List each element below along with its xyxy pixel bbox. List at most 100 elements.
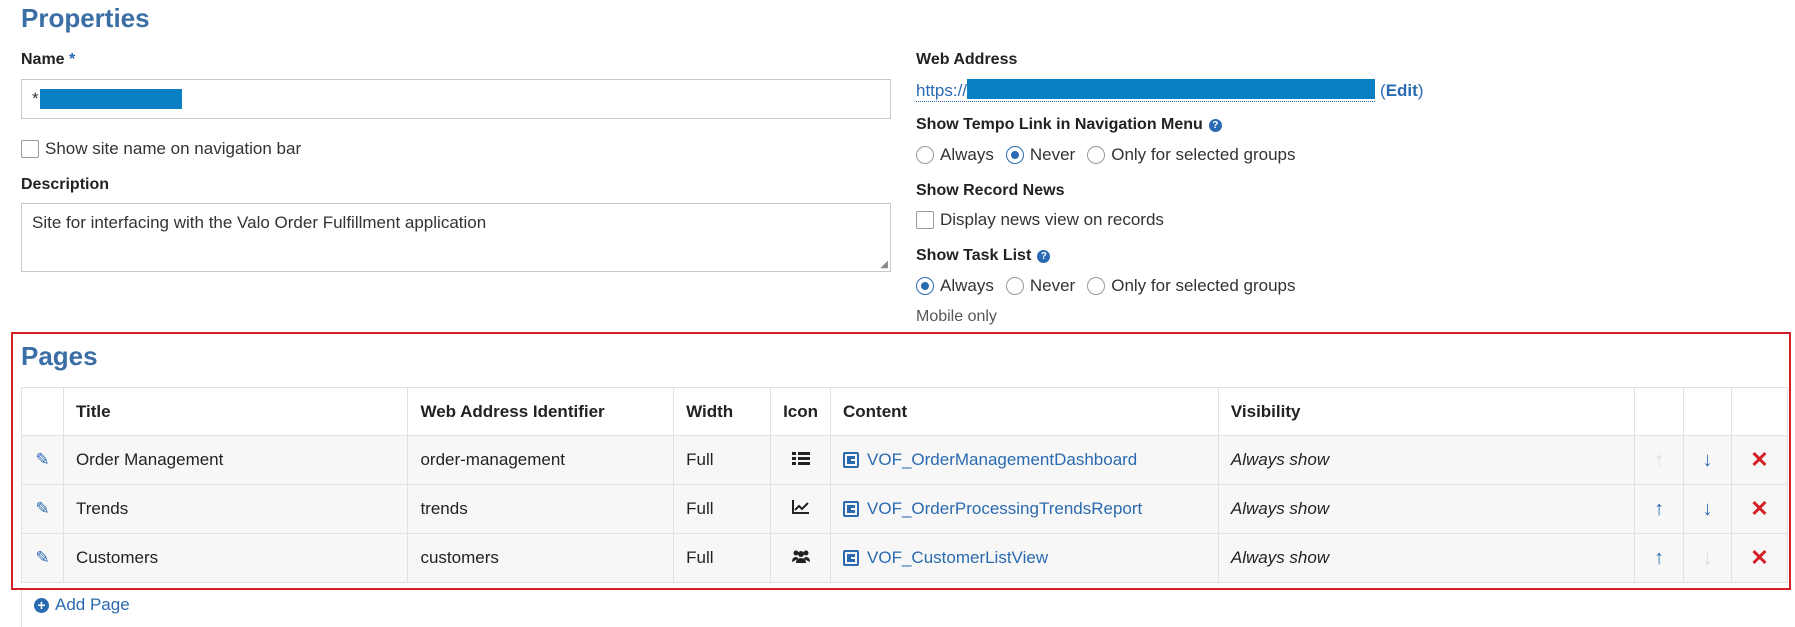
- tempo-link-label: Show Tempo Link in Navigation Menu?: [916, 116, 1222, 134]
- interface-icon: [843, 501, 860, 517]
- record-news-checkbox-label: Display news view on records: [940, 210, 1164, 229]
- header-identifier[interactable]: Web Address Identifier: [407, 387, 675, 436]
- move-up-cell: ↑: [1634, 484, 1685, 534]
- description-textarea[interactable]: Site for interfacing with the Valo Order…: [21, 203, 891, 272]
- delete-icon[interactable]: ✕: [1750, 447, 1768, 472]
- task-list-options: Always Never Only for selected groups: [916, 276, 1295, 296]
- add-page-button[interactable]: + Add Page: [34, 595, 130, 615]
- header-content[interactable]: Content: [830, 387, 1219, 436]
- header-visibility[interactable]: Visibility: [1217, 387, 1636, 436]
- table-row: ✎ Customers customers Full VOF_CustomerL…: [21, 533, 1788, 583]
- name-label-text: Name: [21, 51, 65, 68]
- table-row: ✎ Trends trends Full VOF_OrderProcessing…: [21, 484, 1788, 534]
- identifier-cell: trends: [407, 484, 675, 534]
- tempo-link-label-text: Show Tempo Link in Navigation Menu: [916, 116, 1203, 133]
- question-circle-icon[interactable]: ?: [1208, 119, 1222, 132]
- move-down-cell: ↓: [1683, 484, 1732, 534]
- identifier-cell: order-management: [407, 435, 675, 485]
- width-cell: Full: [673, 484, 772, 534]
- interface-icon: [843, 550, 860, 566]
- radio-button[interactable]: [1005, 277, 1024, 295]
- description-value: Site for interfacing with the Valo Order…: [32, 213, 487, 232]
- move-down-cell: ↓: [1683, 533, 1732, 583]
- radio-button-selected[interactable]: [916, 277, 934, 295]
- content-link[interactable]: VOF_OrderProcessingTrendsReport: [867, 499, 1142, 519]
- visibility-cell: Always show: [1217, 533, 1636, 583]
- question-circle-icon[interactable]: ?: [1037, 250, 1051, 263]
- arrow-down-icon[interactable]: ↓: [1703, 498, 1713, 520]
- page-title-cell: Trends: [62, 484, 409, 534]
- radio-button[interactable]: [1087, 146, 1106, 164]
- icon-cell: [770, 484, 832, 534]
- task-option-never[interactable]: Never: [1005, 276, 1075, 296]
- record-news-option[interactable]: Display news view on records: [916, 210, 1164, 230]
- record-news-checkbox[interactable]: [916, 211, 934, 229]
- visibility-cell: Always show: [1217, 435, 1636, 485]
- properties-heading: Properties: [21, 3, 150, 33]
- arrow-up-icon[interactable]: ↑: [1654, 498, 1664, 520]
- required-mark: *: [69, 51, 76, 68]
- radio-button[interactable]: [916, 146, 934, 164]
- edit-icon[interactable]: ✎: [35, 548, 49, 567]
- description-label: Description: [21, 176, 110, 193]
- radio-button-selected[interactable]: [1005, 146, 1024, 164]
- move-down-cell: ↓: [1683, 435, 1732, 485]
- show-site-name-label: Show site name on navigation bar: [45, 139, 302, 158]
- name-label: Name *: [21, 51, 75, 69]
- option-label: Always: [940, 276, 994, 295]
- delete-cell: ✕: [1731, 484, 1788, 534]
- name-value-prefix: *: [32, 89, 39, 108]
- tempo-option-always[interactable]: Always: [916, 145, 994, 165]
- header-title[interactable]: Title: [62, 387, 409, 436]
- page-title-cell: Order Management: [62, 435, 409, 485]
- header-move-up: [1634, 387, 1685, 436]
- resize-handle-icon[interactable]: ◢: [880, 259, 888, 270]
- task-option-always[interactable]: Always: [916, 276, 994, 296]
- task-list-label: Show Task List?: [916, 247, 1051, 265]
- table-header-row: Title Web Address Identifier Width Icon …: [21, 387, 1788, 436]
- name-input[interactable]: *: [21, 79, 891, 119]
- edit-icon[interactable]: ✎: [35, 499, 49, 518]
- move-up-cell: ↑: [1634, 533, 1685, 583]
- content-cell: VOF_CustomerListView: [830, 533, 1219, 583]
- header-edit: [21, 387, 64, 436]
- edit-icon[interactable]: ✎: [35, 450, 49, 469]
- edit-cell: ✎: [21, 533, 64, 583]
- tempo-option-selected-groups[interactable]: Only for selected groups: [1087, 145, 1295, 165]
- radio-button[interactable]: [1087, 277, 1106, 295]
- option-label: Only for selected groups: [1111, 276, 1296, 295]
- arrow-up-icon[interactable]: ↑: [1654, 547, 1664, 569]
- delete-cell: ✕: [1731, 435, 1788, 485]
- content-link[interactable]: VOF_CustomerListView: [867, 548, 1048, 568]
- show-site-name-checkbox[interactable]: [21, 140, 39, 158]
- pages-heading: Pages: [21, 341, 98, 371]
- list-icon: [791, 452, 810, 465]
- option-label: Always: [940, 145, 994, 164]
- delete-icon[interactable]: ✕: [1750, 545, 1768, 570]
- tempo-option-never[interactable]: Never: [1005, 145, 1075, 165]
- header-move-down: [1683, 387, 1732, 436]
- width-cell: Full: [673, 533, 772, 583]
- web-address-link[interactable]: https://: [916, 79, 1376, 102]
- delete-icon[interactable]: ✕: [1750, 496, 1768, 521]
- content-link[interactable]: VOF_OrderManagementDashboard: [867, 450, 1137, 470]
- edit-cell: ✎: [21, 484, 64, 534]
- pages-table: Title Web Address Identifier Width Icon …: [21, 387, 1788, 583]
- record-news-label: Show Record News: [916, 182, 1065, 199]
- content-cell: VOF_OrderProcessingTrendsReport: [830, 484, 1219, 534]
- option-label: Only for selected groups: [1111, 145, 1296, 164]
- icon-cell: [770, 533, 832, 583]
- tempo-link-options: Always Never Only for selected groups: [916, 145, 1295, 165]
- add-page-label: Add Page: [55, 595, 130, 614]
- arrow-down-icon: ↓: [1702, 546, 1713, 569]
- arrow-down-icon[interactable]: ↓: [1703, 449, 1713, 471]
- header-width[interactable]: Width: [673, 387, 772, 436]
- show-site-name-option[interactable]: Show site name on navigation bar: [21, 139, 301, 159]
- edit-web-address-link[interactable]: Edit: [1386, 81, 1418, 101]
- web-address-label: Web Address: [916, 51, 1018, 68]
- task-option-selected-groups[interactable]: Only for selected groups: [1087, 276, 1295, 296]
- content-cell: VOF_OrderManagementDashboard: [830, 435, 1219, 485]
- mobile-only-note: Mobile only: [916, 308, 997, 325]
- identifier-cell: customers: [407, 533, 675, 583]
- header-icon[interactable]: Icon: [770, 387, 832, 436]
